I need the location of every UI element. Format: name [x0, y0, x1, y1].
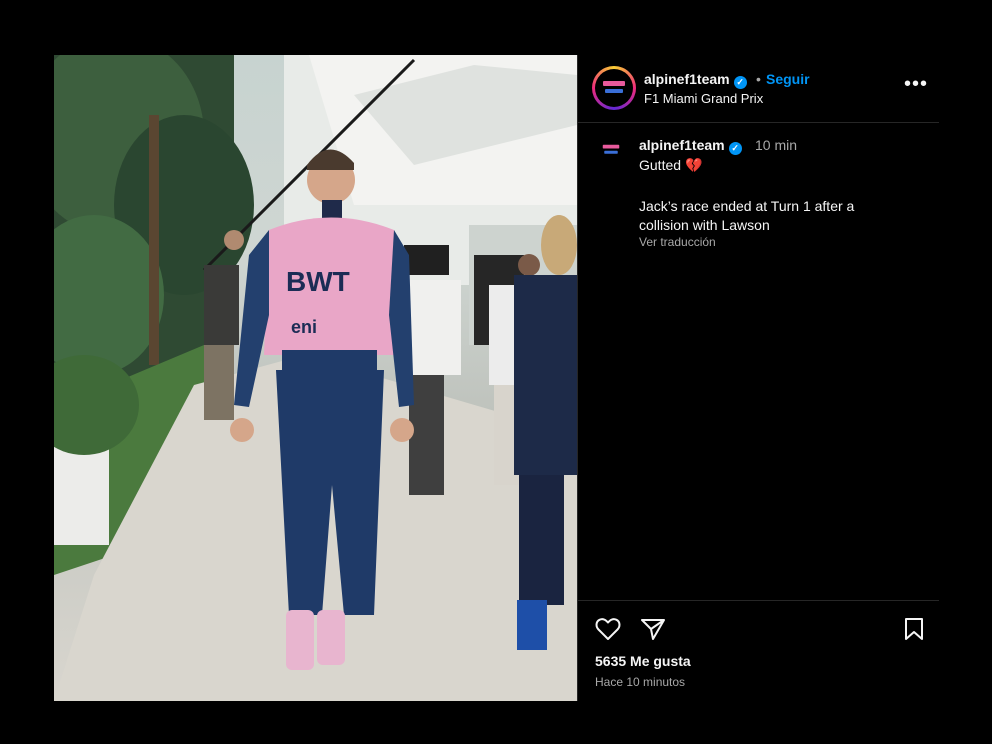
- caption-time: 10 min: [755, 137, 798, 153]
- caption-first-line-text: Gutted: [639, 157, 682, 173]
- caption-avatar[interactable]: [598, 137, 624, 163]
- follow-button[interactable]: Seguir: [766, 71, 810, 87]
- share-button[interactable]: [640, 617, 666, 646]
- header-username[interactable]: alpinef1team ✓: [644, 71, 747, 89]
- verified-icon: ✓: [728, 142, 742, 155]
- instagram-post: BWT eni alpinef1team ✓ • Seguir F1 Miami …: [54, 55, 939, 701]
- post-side-panel: alpinef1team ✓ • Seguir F1 Miami Grand Pr…: [577, 55, 939, 701]
- photo-illustration: BWT eni: [54, 55, 577, 701]
- broken-heart-icon: 💔: [685, 157, 703, 173]
- post-time-ago: Hace 10 minutos: [595, 675, 686, 689]
- header-username-text[interactable]: alpinef1team: [644, 71, 730, 87]
- heart-icon: [595, 618, 621, 640]
- likes-count[interactable]: 5635 Me gusta: [595, 653, 691, 669]
- separator-dot: •: [756, 71, 761, 87]
- post-header: alpinef1team ✓ • Seguir F1 Miami Grand Pr…: [578, 55, 939, 123]
- bookmark-icon: [905, 618, 923, 640]
- more-icon[interactable]: •••: [904, 73, 928, 96]
- post-actions: 5635 Me gusta Hace 10 minutos: [578, 600, 939, 702]
- post-photo[interactable]: BWT eni: [54, 55, 577, 701]
- suit-brand-text: BWT: [286, 266, 350, 297]
- caption-first-line: Gutted 💔: [639, 157, 702, 174]
- post-location[interactable]: F1 Miami Grand Prix: [644, 91, 763, 106]
- caption-username[interactable]: alpinef1team ✓: [639, 137, 742, 155]
- alpine-logo-small-icon: [602, 144, 620, 156]
- save-button[interactable]: [903, 617, 925, 646]
- avatar-logo: [595, 69, 633, 107]
- verified-icon: ✓: [733, 76, 747, 89]
- account-avatar[interactable]: [592, 66, 636, 110]
- alpine-logo-icon: [603, 81, 625, 95]
- suit-sponsor-text: eni: [291, 317, 317, 337]
- share-icon: [641, 619, 665, 640]
- caption-username-text[interactable]: alpinef1team: [639, 137, 725, 153]
- caption-body: Jack’s race ended at Turn 1 after a coll…: [639, 198, 855, 233]
- post-caption: alpinef1team ✓ 10 min Gutted 💔 Jack’s race…: [578, 123, 939, 599]
- translate-link[interactable]: Ver traducción: [639, 235, 716, 249]
- like-button[interactable]: [595, 617, 621, 646]
